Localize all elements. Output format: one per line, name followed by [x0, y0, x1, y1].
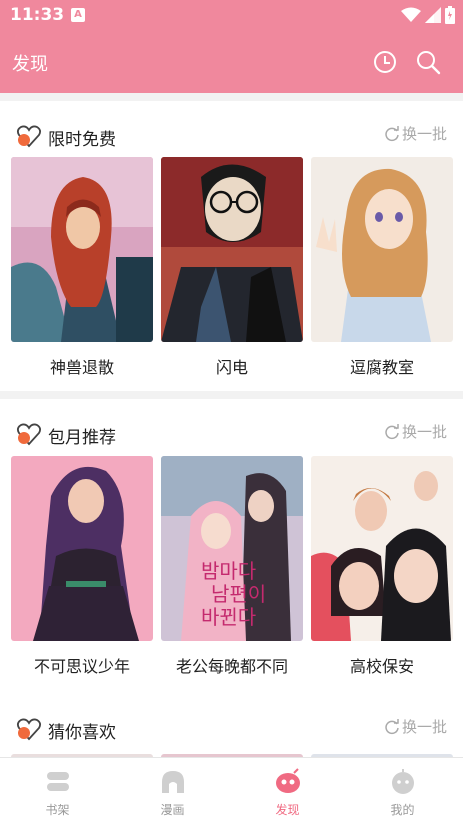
cover-text-line: 밤마다	[201, 559, 257, 583]
section-title: 限时免费	[48, 130, 116, 150]
section-header: 包月推荐 换一批	[0, 399, 463, 455]
comic-card[interactable]: 밤마다 남편이 바뀐다 老公每晚都不同	[161, 456, 303, 677]
comic-title: 逗腐教室	[349, 358, 414, 377]
comic-title: 闪电	[215, 358, 248, 377]
search-icon	[417, 51, 441, 75]
comic-cover	[161, 157, 303, 342]
comic-cover	[311, 157, 453, 342]
comic-cover	[11, 456, 153, 641]
refresh-label: 换一批	[401, 718, 447, 736]
notification-icon: A	[71, 8, 85, 22]
section-divider	[0, 391, 463, 399]
heart-badge-icon	[16, 718, 42, 741]
clock-icon	[374, 51, 396, 73]
comic-title: 神兽退散	[49, 358, 114, 377]
comic-card[interactable]: 高校保安	[311, 456, 453, 677]
app-bar: 发现	[0, 30, 463, 93]
tab-discover[interactable]: 发现	[230, 758, 345, 824]
comic-card[interactable]: 闪电	[161, 157, 303, 378]
section-header: 限时免费 换一批	[0, 101, 463, 157]
section-monthly: 包月推荐 换一批 不可思议少年 밤마다 남편이 바뀐다 老公每晚都不同 高校保安	[0, 399, 463, 691]
section-title: 猜你喜欢	[48, 723, 116, 743]
status-time: 11:33	[10, 5, 65, 25]
refresh-button[interactable]: 换一批	[384, 123, 447, 144]
heart-badge-icon	[16, 423, 42, 446]
profile-icon	[392, 769, 414, 794]
comic-card[interactable]: 神兽退散	[11, 157, 153, 378]
comic-icon	[162, 771, 184, 793]
wifi-icon	[401, 7, 421, 22]
refresh-button[interactable]: 换一批	[384, 716, 447, 737]
tab-comic[interactable]: 漫画	[115, 758, 230, 824]
comic-title: 不可思议少年	[33, 657, 130, 676]
comic-card[interactable]: 不可思议少年	[11, 456, 153, 677]
comic-cover: 밤마다 남편이 바뀐다	[161, 456, 303, 641]
refresh-button[interactable]: 换一批	[384, 421, 447, 442]
refresh-icon	[385, 718, 399, 734]
battery-icon	[445, 6, 455, 24]
comic-card[interactable]: 逗腐教室	[311, 157, 453, 378]
refresh-icon	[385, 423, 399, 439]
refresh-icon	[385, 125, 399, 141]
cover-text-line: 남편이	[211, 582, 267, 606]
history-button[interactable]	[371, 48, 399, 76]
tab-profile[interactable]: 我的	[345, 758, 460, 824]
comic-title: 高校保安	[349, 657, 414, 676]
heart-badge-icon	[16, 125, 42, 148]
tab-label: 我的	[390, 803, 415, 817]
comic-cover	[11, 157, 153, 342]
search-button[interactable]	[414, 48, 442, 76]
section-title: 包月推荐	[48, 428, 116, 448]
status-bar: 11:33 A	[0, 0, 463, 30]
discover-icon	[276, 768, 300, 793]
tab-label: 漫画	[160, 803, 185, 817]
page-title: 发现	[12, 54, 48, 75]
section-divider	[0, 93, 463, 101]
section-header: 猜你喜欢 换一批	[0, 698, 463, 754]
refresh-label: 换一批	[401, 423, 447, 441]
comic-title: 老公每晚都不同	[175, 657, 288, 676]
comic-cover	[311, 456, 453, 641]
bottom-tab-bar: 书架 漫画 发现 我的	[0, 757, 463, 824]
signal-icon	[425, 7, 441, 23]
cover-text-line: 바뀐다	[201, 605, 257, 629]
refresh-label: 换一批	[401, 125, 447, 143]
bookshelf-icon	[47, 772, 69, 791]
tab-bookshelf[interactable]: 书架	[0, 758, 115, 824]
tab-label: 发现	[275, 803, 300, 817]
system-icons	[401, 6, 455, 24]
section-free: 限时免费 换一批 神兽退散 闪电 逗腐教室	[0, 101, 463, 391]
section-guess-you-like: 猜你喜欢 换一批	[0, 698, 463, 757]
tab-label: 书架	[45, 803, 70, 817]
